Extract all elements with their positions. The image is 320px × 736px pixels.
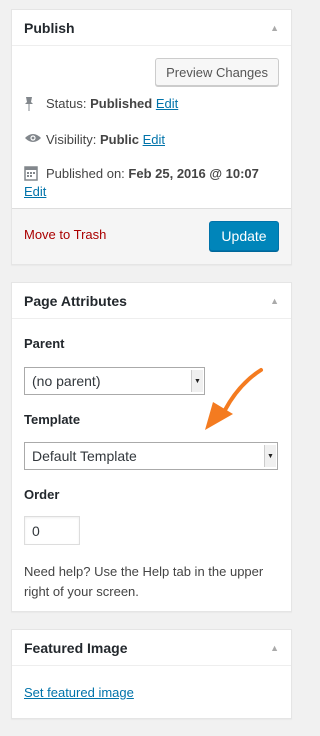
- dropdown-arrow-icon: ▼: [264, 445, 276, 467]
- featured-image-title: Featured Image: [24, 639, 128, 656]
- collapse-toggle-icon[interactable]: ▲: [270, 643, 279, 653]
- set-featured-image-link[interactable]: Set featured image: [24, 685, 134, 700]
- status-value: Published: [90, 96, 153, 111]
- page-attributes-header[interactable]: Page Attributes ▲: [12, 283, 291, 319]
- collapse-toggle-icon[interactable]: ▲: [270, 296, 279, 306]
- page-attributes-title: Page Attributes: [24, 292, 127, 309]
- parent-label: Parent: [24, 336, 65, 351]
- update-button[interactable]: Update: [209, 221, 279, 251]
- annotation-arrow-icon: [205, 368, 263, 430]
- publish-title: Publish: [24, 19, 75, 36]
- published-on-edit-link[interactable]: Edit: [24, 184, 46, 199]
- featured-image-header[interactable]: Featured Image ▲: [12, 630, 291, 666]
- collapse-toggle-icon[interactable]: ▲: [270, 23, 279, 33]
- visibility-label: Visibility:: [46, 132, 97, 147]
- help-text: Need help? Use the Help tab in the upper…: [24, 564, 264, 599]
- pin-icon: [24, 96, 46, 115]
- order-input[interactable]: 0: [24, 516, 80, 545]
- publish-panel: Publish ▲ Preview Changes Status: Publis…: [11, 9, 292, 265]
- publish-footer: Move to Trash Update: [12, 208, 291, 264]
- eye-icon: [24, 132, 46, 147]
- template-label: Template: [24, 412, 81, 427]
- status-edit-link[interactable]: Edit: [156, 96, 178, 111]
- status-label: Status:: [46, 96, 87, 111]
- parent-select-value: (no parent): [32, 373, 101, 389]
- featured-image-panel: Featured Image ▲ Set featured image: [11, 629, 292, 719]
- visibility-value: Public: [99, 132, 139, 147]
- move-to-trash-link[interactable]: Move to Trash: [24, 227, 106, 242]
- template-select[interactable]: Default Template ▼: [24, 442, 278, 470]
- calendar-icon: [24, 165, 46, 186]
- page-attributes-panel: Page Attributes ▲ Parent (no parent) ▼ T…: [11, 282, 292, 612]
- published-on-value: Feb 25, 2016 @ 10:07: [128, 166, 259, 181]
- template-select-value: Default Template: [32, 448, 137, 464]
- status-row: Status: Published Edit: [24, 96, 281, 115]
- visibility-edit-link[interactable]: Edit: [143, 132, 165, 147]
- published-on-label: Published on:: [46, 166, 125, 181]
- parent-select[interactable]: (no parent) ▼: [24, 367, 205, 395]
- visibility-row: Visibility: Public Edit: [24, 132, 281, 147]
- published-on-row: Published on: Feb 25, 2016 @ 10:07: [24, 165, 281, 186]
- order-label: Order: [24, 487, 60, 502]
- publish-panel-header[interactable]: Publish ▲: [12, 10, 291, 46]
- preview-changes-button[interactable]: Preview Changes: [155, 58, 279, 86]
